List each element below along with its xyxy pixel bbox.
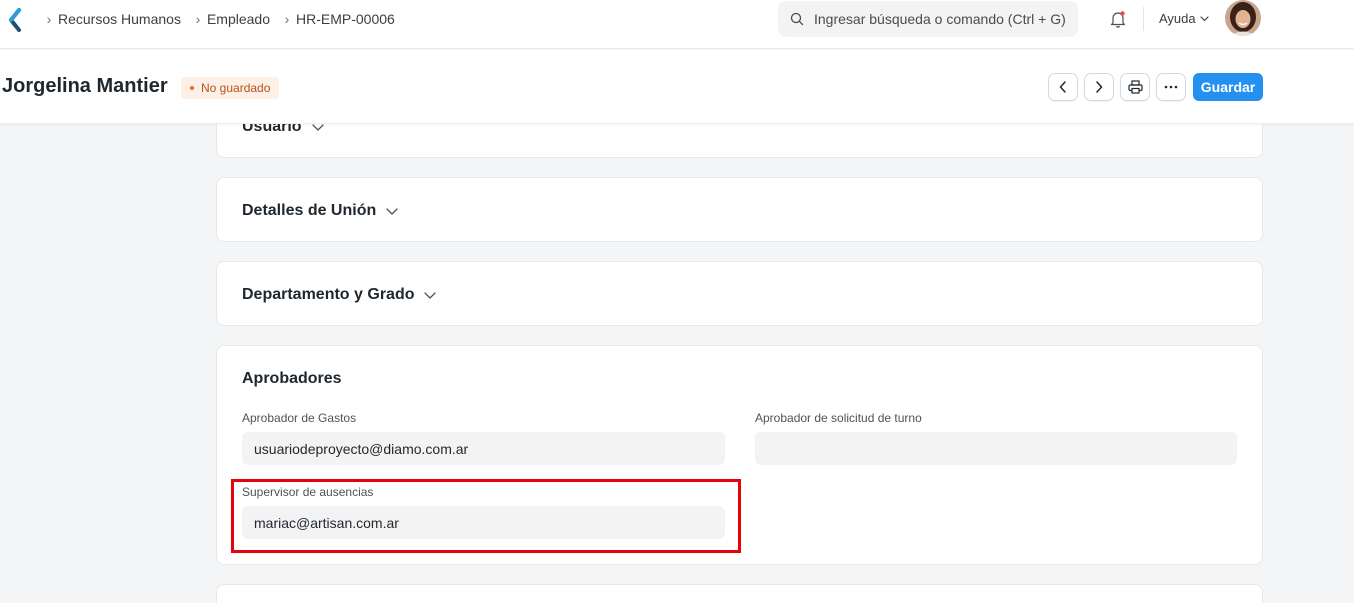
section-detalles-de-union: Detalles de Unión [216, 177, 1263, 242]
section-aprobadores-title: Aprobadores [242, 370, 342, 387]
chevron-down-icon [424, 291, 437, 299]
next-record-button[interactable] [1084, 73, 1114, 101]
app-logo-icon[interactable] [6, 8, 24, 32]
help-dropdown[interactable]: Ayuda [1159, 11, 1209, 26]
page-header: Jorgelina Mantier No guardado Guardar [0, 50, 1354, 124]
status-dot-icon [190, 86, 194, 90]
section-union-header[interactable]: Detalles de Unión [242, 202, 398, 220]
expense-approver-field[interactable]: usuariodeproyecto@diamo.com.ar [242, 432, 725, 465]
search-bar[interactable]: Ingresar búsqueda o comando (Ctrl + G) [778, 1, 1078, 37]
page-title: Jorgelina Mantier [2, 75, 168, 97]
print-button[interactable] [1120, 73, 1150, 101]
status-badge-label: No guardado [201, 81, 271, 95]
section-departamento-header[interactable]: Departamento y Grado [242, 286, 437, 304]
shift-request-approver-field[interactable] [755, 432, 1237, 465]
chevron-down-icon [311, 123, 324, 131]
bell-icon[interactable] [1108, 9, 1128, 29]
breadcrumb: › Recursos Humanos › Empleado › HR-EMP-0… [40, 11, 403, 27]
shift-request-approver-label: Aprobador de solicitud de turno [755, 411, 922, 425]
expense-approver-label: Aprobador de Gastos [242, 411, 357, 425]
section-departamento-y-grado: Departamento y Grado [216, 261, 1263, 326]
top-navbar: › Recursos Humanos › Empleado › HR-EMP-0… [0, 0, 1354, 49]
highlight-box [231, 479, 741, 553]
previous-record-button[interactable] [1048, 73, 1078, 101]
chevron-down-icon [386, 207, 398, 215]
printer-icon [1127, 80, 1143, 94]
section-union-title: Detalles de Unión [242, 202, 377, 219]
avatar[interactable] [1225, 0, 1261, 36]
more-options-button[interactable] [1156, 73, 1186, 101]
help-label: Ayuda [1159, 11, 1196, 26]
breadcrumb-record[interactable]: HR-EMP-00006 [296, 11, 395, 27]
chevron-left-icon [1059, 81, 1066, 93]
chevron-right-icon: › [46, 11, 52, 27]
section-departamento-title: Departamento y Grado [242, 286, 415, 303]
search-placeholder: Ingresar búsqueda o comando (Ctrl + G) [814, 11, 1066, 27]
breadcrumb-recursos-humanos[interactable]: Recursos Humanos [58, 11, 181, 27]
navbar-divider [1143, 7, 1144, 31]
chevron-right-icon: › [195, 11, 201, 27]
section-next [216, 584, 1263, 603]
chevron-right-icon: › [284, 11, 290, 27]
chevron-right-icon [1096, 81, 1103, 93]
status-badge: No guardado [181, 77, 280, 99]
chevron-down-icon [1200, 15, 1209, 21]
breadcrumb-empleado[interactable]: Empleado [207, 11, 270, 27]
search-icon [790, 12, 804, 26]
save-button[interactable]: Guardar [1193, 73, 1263, 101]
more-icon [1164, 85, 1178, 89]
